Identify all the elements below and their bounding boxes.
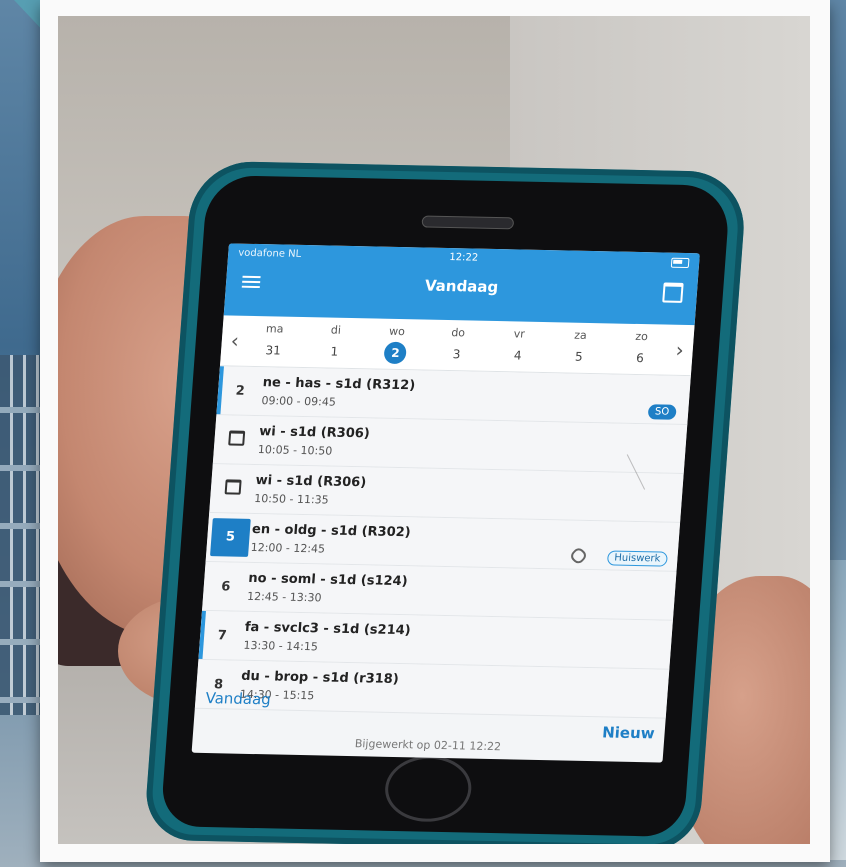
- home-button[interactable]: [382, 754, 474, 823]
- day-name: zo: [634, 329, 649, 343]
- day-number: 1: [330, 344, 339, 359]
- day-number: 5: [574, 349, 584, 364]
- day-name: di: [330, 323, 342, 337]
- photo: vodafone NL 12:22 Vandaag ‹ ma 31 di 1 wo 2 do…: [58, 16, 810, 844]
- phone-speaker: [420, 215, 514, 230]
- day-za[interactable]: za 5: [558, 328, 601, 368]
- day-wo[interactable]: wo 2: [375, 324, 418, 364]
- lesson-list: 2 ne - has - s1d (R312) 09:00 - 09:45 SO wi …: [194, 366, 691, 719]
- chevron-right-icon[interactable]: ›: [666, 338, 694, 363]
- day-number: 4: [513, 347, 523, 363]
- phone: vodafone NL 12:22 Vandaag ‹ ma 31 di 1 wo 2 do…: [143, 160, 748, 844]
- photo-frame: vodafone NL 12:22 Vandaag ‹ ma 31 di 1 wo 2 do…: [40, 0, 830, 862]
- lesson-hour: 5: [210, 518, 251, 557]
- day-di[interactable]: di 1: [314, 323, 357, 363]
- lesson-info: no - soml - s1d (s124) 12:45 - 13:30: [247, 571, 676, 612]
- phone-screen: vodafone NL 12:22 Vandaag ‹ ma 31 di 1 wo 2 do…: [191, 243, 700, 763]
- chevron-left-icon[interactable]: ‹: [221, 328, 249, 353]
- calendar-icon: [224, 478, 242, 495]
- lesson-hour: [214, 429, 259, 450]
- lesson-hour: 6: [220, 578, 231, 595]
- day-do[interactable]: do 3: [436, 325, 479, 365]
- app-title: Vandaag: [424, 276, 499, 297]
- menu-icon[interactable]: [241, 275, 261, 289]
- day-number: 6: [635, 350, 645, 365]
- lesson-info: wi - s1d (R306) 10:50 - 11:35: [254, 473, 683, 514]
- day-number: 31: [265, 342, 282, 358]
- calendar-icon: [228, 429, 246, 446]
- day-name: ma: [265, 321, 285, 336]
- new-button[interactable]: Nieuw: [602, 723, 656, 742]
- day-number: 3: [452, 346, 461, 361]
- day-ma[interactable]: ma 31: [252, 321, 295, 361]
- today-button[interactable]: Vandaag: [205, 689, 272, 708]
- updated-text: Bijgewerkt op 02-11 12:22: [354, 737, 502, 754]
- toolbar: Vandaag: [225, 261, 699, 311]
- day-zo[interactable]: zo 6: [619, 329, 662, 369]
- so-badge: SO: [647, 404, 677, 420]
- day-list: ma 31 di 1 wo 2 do 3 vr 4 za 5 zo 6: [246, 321, 668, 369]
- lesson-info: fa - svclc3 - s1d (s214) 13:30 - 14:15: [243, 620, 672, 661]
- app-bar: vodafone NL 12:22 Vandaag: [223, 243, 700, 326]
- day-name: za: [573, 328, 588, 342]
- lesson-hour: 2: [235, 383, 246, 399]
- day-name: vr: [513, 326, 526, 341]
- day-name: do: [450, 325, 466, 339]
- bottom-bar: Vandaag Nieuw Bijgewerkt op 02-11 12:22: [192, 673, 669, 763]
- battery-icon: [670, 257, 690, 269]
- day-name: wo: [388, 324, 406, 338]
- status-time: 12:22: [448, 251, 479, 264]
- lesson-info: wi - s1d (R306) 10:05 - 10:50: [257, 424, 686, 465]
- day-vr[interactable]: vr 4: [497, 327, 540, 367]
- lesson-hour: 7: [217, 627, 228, 643]
- carrier: vodafone NL: [237, 247, 302, 260]
- homework-badge: Huiswerk: [606, 550, 668, 567]
- day-number: 2: [383, 341, 408, 364]
- calendar-icon[interactable]: [662, 282, 684, 303]
- lesson-info: ne - has - s1d (R312) 09:00 - 09:45: [261, 375, 690, 416]
- lesson-hour: [210, 478, 255, 499]
